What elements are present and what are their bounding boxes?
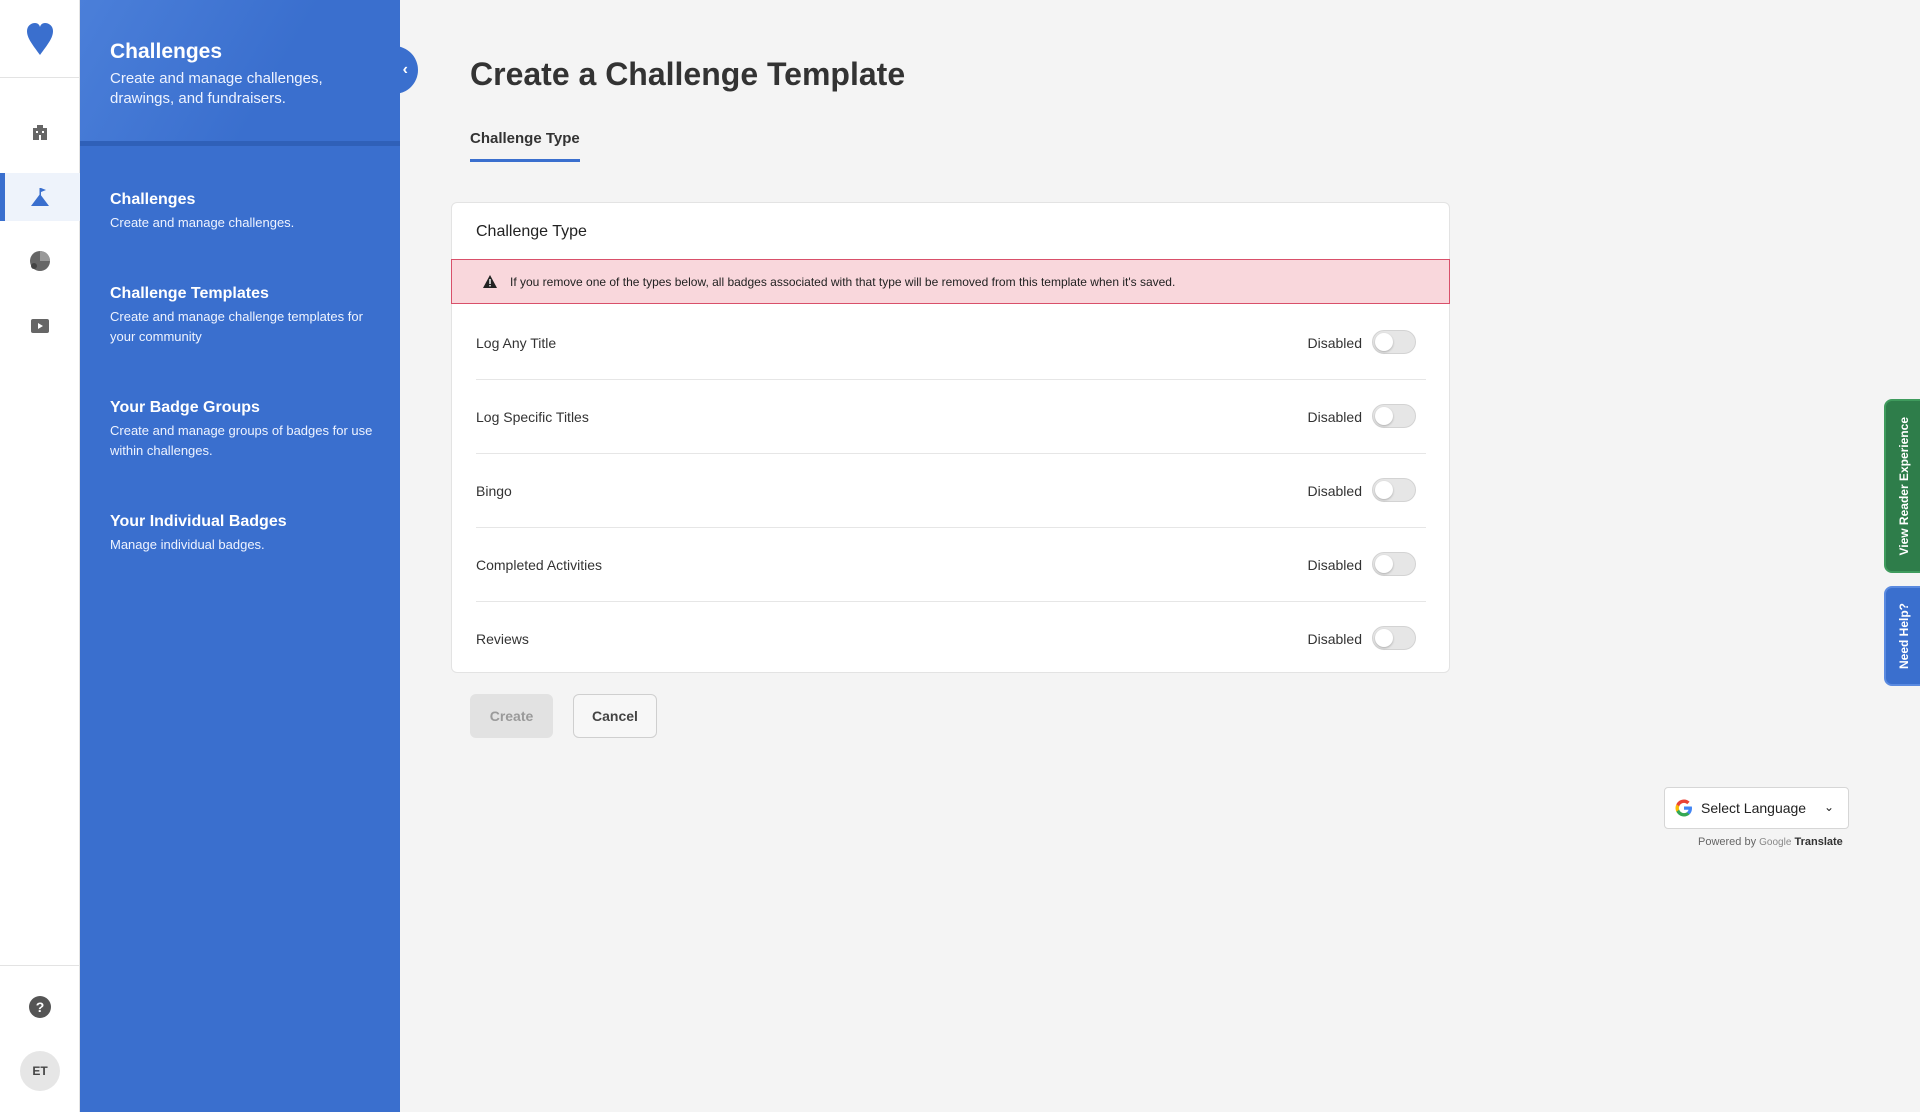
pie-chart-icon — [30, 251, 50, 271]
type-status: Disabled — [1307, 557, 1362, 573]
need-help-tab[interactable]: Need Help? — [1884, 586, 1920, 686]
challenge-type-card: Challenge Type If you remove one of the … — [451, 202, 1450, 673]
rail-item-media[interactable] — [0, 302, 80, 350]
type-label: Reviews — [476, 631, 529, 647]
need-help-label: Need Help? — [1897, 602, 1911, 669]
type-row: Bingo Disabled — [476, 454, 1426, 528]
nav-item-title: Challenges — [110, 191, 196, 208]
chevron-down-icon: ⌄ — [1823, 800, 1834, 814]
building-icon — [33, 125, 47, 140]
icon-rail: ? ET — [0, 0, 80, 1112]
rail-item-building[interactable] — [0, 108, 80, 156]
nav-item-title: Your Individual Badges — [110, 513, 287, 530]
user-avatar[interactable]: ET — [20, 1051, 60, 1091]
card-title: Challenge Type — [476, 223, 587, 240]
sidebar-item-challenges[interactable]: Challenges Create and manage challenges. — [110, 191, 390, 233]
type-row: Log Specific Titles Disabled — [476, 380, 1426, 454]
google-wordmark: Google — [1759, 837, 1792, 848]
rail-item-reports[interactable] — [0, 237, 80, 285]
warning-alert: If you remove one of the types below, al… — [451, 259, 1450, 304]
rail-bottom: ? ET — [0, 965, 80, 1112]
section-sidebar: Challenges Create and manage challenges,… — [80, 0, 418, 1112]
type-toggle[interactable] — [1372, 478, 1416, 502]
chevron-left-icon: ‹ — [402, 61, 408, 78]
type-label: Log Specific Titles — [476, 409, 589, 425]
video-play-icon — [31, 319, 49, 333]
type-toggle[interactable] — [1372, 404, 1416, 428]
nav-item-title: Challenge Templates — [110, 285, 269, 302]
sidebar-item-individual-badges[interactable]: Your Individual Badges Manage individual… — [110, 513, 390, 555]
type-toggle[interactable] — [1372, 626, 1416, 650]
type-status: Disabled — [1307, 409, 1362, 425]
sidebar-header: Challenges Create and manage challenges,… — [80, 0, 400, 146]
powered-by-google-translate: Powered by Google Translate — [1698, 836, 1843, 848]
type-label: Log Any Title — [476, 335, 557, 351]
type-label: Completed Activities — [476, 557, 603, 573]
sidebar-title: Challenges — [110, 40, 223, 63]
view-reader-experience-tab[interactable]: View Reader Experience — [1884, 399, 1920, 573]
type-status: Disabled — [1307, 483, 1362, 499]
warning-triangle-icon — [483, 275, 497, 288]
sidebar-item-challenge-templates[interactable]: Challenge Templates Create and manage ch… — [110, 285, 390, 347]
language-select-label: Select Language — [1701, 800, 1807, 816]
sidebar-item-badge-groups[interactable]: Your Badge Groups Create and manage grou… — [110, 399, 390, 461]
translate-link[interactable]: Translate — [1794, 836, 1842, 848]
type-status: Disabled — [1307, 631, 1362, 647]
nav-item-title: Your Badge Groups — [110, 399, 260, 416]
type-row: Completed Activities Disabled — [476, 528, 1426, 602]
cancel-button[interactable]: Cancel — [573, 694, 657, 738]
flag-mountain-icon — [31, 188, 49, 206]
language-select[interactable]: Select Language ⌄ — [1664, 787, 1849, 829]
tab-challenge-type[interactable]: Challenge Type — [470, 130, 580, 162]
google-g-icon — [1675, 799, 1692, 817]
create-button[interactable]: Create — [470, 694, 553, 738]
view-reader-experience-label: View Reader Experience — [1897, 416, 1911, 556]
type-toggle[interactable] — [1372, 552, 1416, 576]
nav-item-desc: Create and manage challenges. — [110, 215, 295, 230]
type-row: Log Any Title Disabled — [476, 306, 1426, 380]
powered-by-text: Powered by — [1698, 836, 1757, 848]
heart-logo-icon — [27, 22, 53, 55]
type-label: Bingo — [476, 483, 512, 499]
app-logo[interactable] — [0, 0, 80, 78]
type-row: Reviews Disabled — [476, 602, 1426, 676]
type-status: Disabled — [1307, 335, 1362, 351]
nav-item-desc: Create and manage challenge templates fo… — [110, 309, 363, 344]
page-title: Create a Challenge Template — [470, 56, 906, 92]
rail-item-challenges[interactable] — [0, 173, 80, 221]
collapse-sidebar-button[interactable]: ‹ — [380, 46, 420, 94]
nav-item-desc: Manage individual badges. — [110, 537, 265, 552]
nav-item-desc: Create and manage groups of badges for u… — [110, 423, 373, 458]
type-toggle[interactable] — [1372, 330, 1416, 354]
alert-text: If you remove one of the types below, al… — [510, 274, 1176, 289]
help-icon[interactable]: ? — [29, 996, 51, 1018]
sidebar-subtitle: Create and manage challenges, drawings, … — [110, 70, 323, 107]
